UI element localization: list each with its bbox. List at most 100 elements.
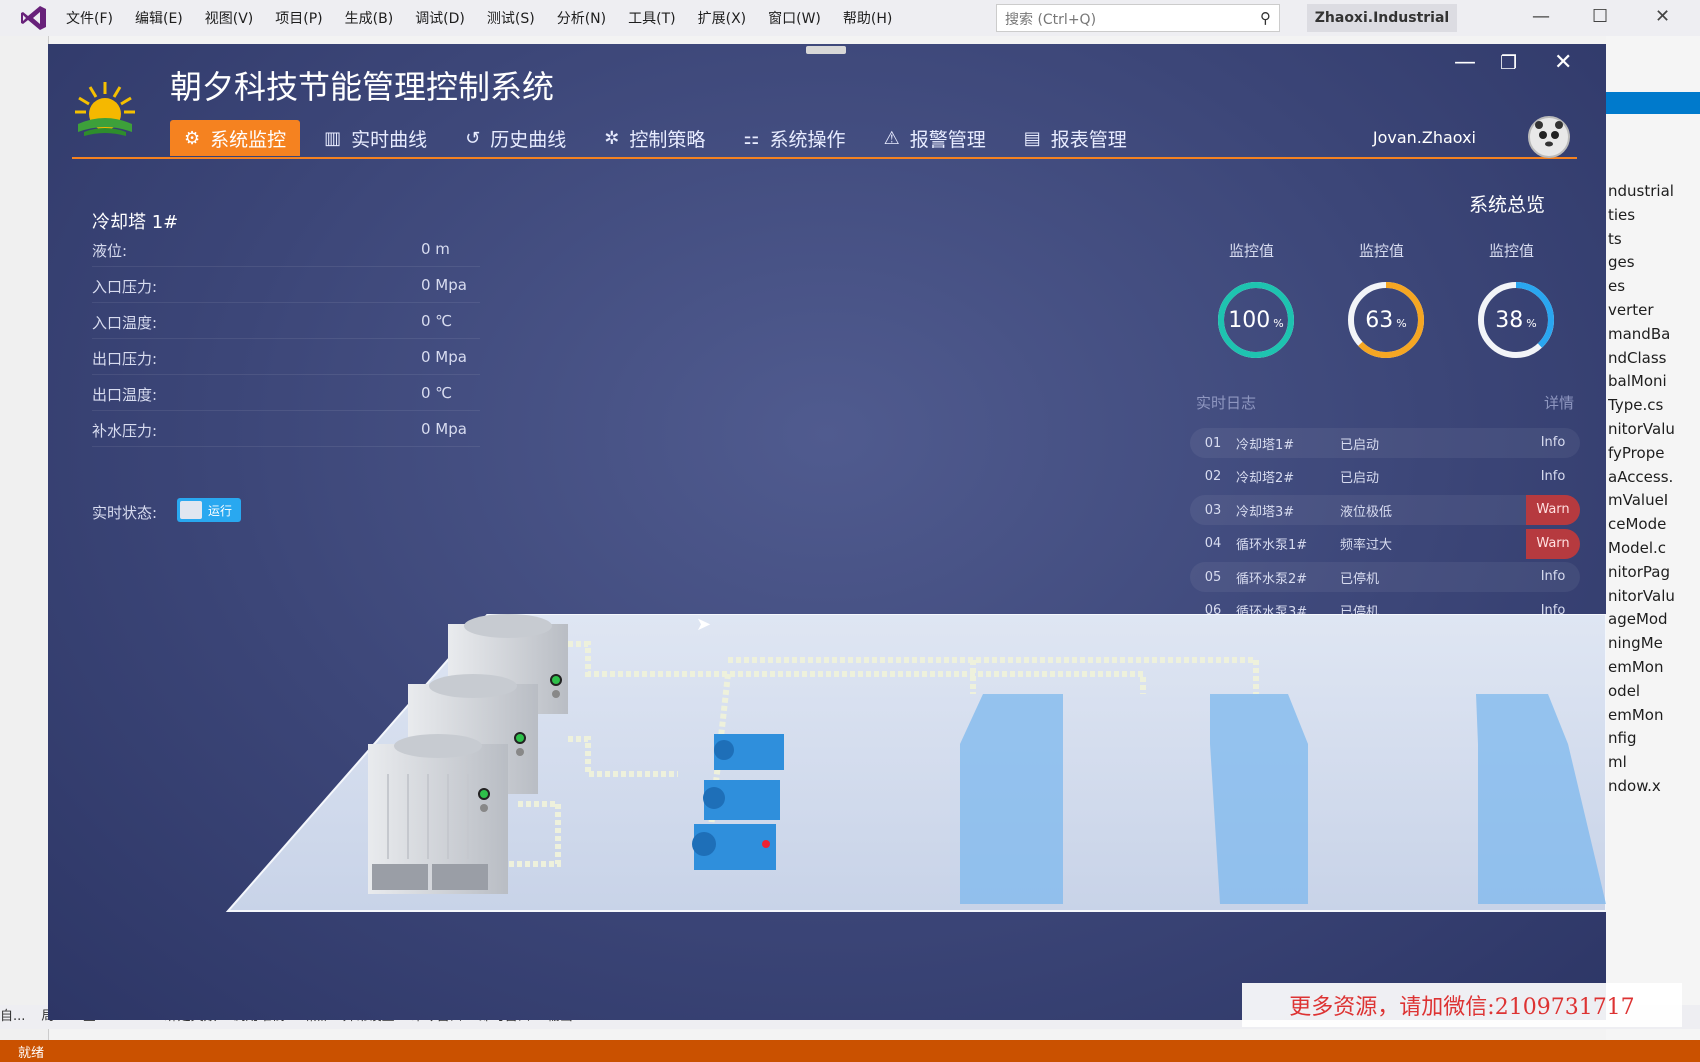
solution-item[interactable]: fyPrope	[1608, 442, 1698, 466]
solution-item[interactable]: aAccess.	[1608, 466, 1698, 490]
property-value: 0 Mpa	[421, 420, 467, 438]
nav-tab-label: 报表管理	[1050, 128, 1127, 151]
solution-item[interactable]: es	[1608, 275, 1698, 299]
property-divider	[92, 266, 480, 267]
vs-menu-item[interactable]: 生成(B)	[345, 8, 394, 28]
solution-item[interactable]: nitorValu	[1608, 418, 1698, 442]
solution-item[interactable]: emMon	[1608, 656, 1698, 680]
gear-icon: ⚙	[184, 127, 201, 149]
gauge: 38%	[1475, 279, 1557, 361]
solution-item[interactable]: ceMode	[1608, 513, 1698, 537]
vs-menu-item[interactable]: 项目(P)	[275, 8, 322, 28]
property-divider	[92, 374, 480, 375]
alarm-icon: ⚠	[883, 127, 900, 149]
nav-tab[interactable]: ✲ 控制策略	[590, 120, 719, 156]
solution-item[interactable]: nfig	[1608, 727, 1698, 751]
solution-item[interactable]: nitorValu	[1608, 585, 1698, 609]
nav-tab[interactable]: ▤ 报表管理	[1010, 120, 1141, 156]
solution-item[interactable]: nitorPag	[1608, 561, 1698, 585]
property-value: 0 ℃	[421, 384, 453, 402]
mouse-cursor-icon: ➤	[696, 614, 712, 635]
vs-menu-item[interactable]: 视图(V)	[205, 8, 254, 28]
property-label: 入口温度:	[92, 314, 158, 332]
log-num: 03	[1204, 502, 1222, 518]
log-device: 循环水泵1#	[1236, 538, 1308, 553]
gauge-label: 监控值	[1359, 242, 1405, 260]
status-toggle[interactable]: 运行	[177, 498, 241, 522]
app-minimize-icon[interactable]: —	[1454, 50, 1476, 75]
solution-item[interactable]: Model.c	[1608, 537, 1698, 561]
device-title: 冷却塔 1#	[92, 212, 179, 233]
gauge-unit: %	[1273, 316, 1284, 330]
vs-menu-item[interactable]: 测试(S)	[487, 8, 535, 28]
log-row[interactable]: 02 冷却塔2# 已启动 Info	[1190, 462, 1580, 492]
solution-item[interactable]: ml	[1608, 751, 1698, 775]
log-message: 液位极低	[1340, 504, 1393, 520]
solution-item[interactable]: mandBa	[1608, 323, 1698, 347]
solution-item[interactable]: emMon	[1608, 704, 1698, 728]
property-label: 入口压力:	[92, 278, 158, 296]
drag-handle[interactable]	[806, 46, 846, 54]
nav-tab[interactable]: ↺ 历史曲线	[451, 120, 580, 156]
solution-item[interactable]: ts	[1608, 228, 1698, 252]
minimize-icon[interactable]: —	[1532, 6, 1550, 27]
solution-item[interactable]: odel	[1608, 680, 1698, 704]
solution-item[interactable]: ageMod	[1608, 608, 1698, 632]
property-divider	[92, 410, 480, 411]
sun-logo-icon	[75, 82, 135, 136]
log-row[interactable]: 01 冷却塔1# 已启动 Info	[1190, 428, 1580, 458]
nav-tab-label: 历史曲线	[490, 128, 567, 151]
log-level: Warn	[1526, 495, 1580, 525]
vs-search-placeholder: 搜索 (Ctrl+Q)	[1005, 12, 1097, 28]
nav-tab[interactable]: ⚙ 系统监控	[170, 120, 301, 156]
solution-item[interactable]: verter	[1608, 299, 1698, 323]
vs-panel-header	[1606, 92, 1700, 114]
vs-project-name: Zhaoxi.Industrial	[1307, 4, 1457, 32]
log-message: 已启动	[1340, 471, 1380, 486]
log-row[interactable]: 03 冷却塔3# 液位极低 Warn	[1190, 495, 1580, 525]
operation-icon: ⚏	[743, 127, 760, 149]
solution-item[interactable]: mValueI	[1608, 489, 1698, 513]
search-icon[interactable]: ⚲	[1260, 9, 1271, 27]
log-row[interactable]: 04 循环水泵1# 频率过大 Warn	[1190, 528, 1580, 559]
nav-tab[interactable]: ▥ 实时曲线	[310, 120, 441, 156]
log-num: 01	[1204, 435, 1222, 451]
vs-search-input[interactable]: 搜索 (Ctrl+Q) ⚲	[996, 4, 1280, 32]
vs-menu-item[interactable]: 调试(D)	[415, 8, 465, 28]
vs-menu-item[interactable]: 扩展(X)	[698, 8, 747, 28]
log-row[interactable]: 05 循环水泵2# 已停机 Info	[1190, 562, 1580, 592]
vs-menu-item[interactable]: 窗口(W)	[768, 8, 821, 28]
gauge-value: 100%	[1215, 279, 1297, 361]
solution-item[interactable]: balMoni	[1608, 370, 1698, 394]
solution-item[interactable]: Type.cs	[1608, 394, 1698, 418]
nav-tab[interactable]: ⚏ 系统操作	[729, 120, 859, 156]
nav-tab[interactable]: ⚠ 报警管理	[870, 120, 1000, 156]
gauge-number: 100	[1228, 307, 1271, 333]
solution-item[interactable]: ges	[1608, 251, 1698, 275]
avatar[interactable]	[1528, 116, 1570, 158]
vs-bottom-tab[interactable]: 自...	[0, 1009, 25, 1024]
toggle-knob	[180, 501, 202, 519]
gauge-label: 监控值	[1489, 242, 1535, 260]
log-num: 04	[1204, 536, 1222, 551]
vs-menu-item[interactable]: 编辑(E)	[135, 8, 183, 28]
strategy-icon: ✲	[604, 127, 620, 149]
app-close-icon[interactable]: ✕	[1554, 50, 1572, 75]
vs-menu-item[interactable]: 工具(T)	[628, 8, 675, 28]
close-icon[interactable]: ✕	[1655, 6, 1670, 27]
gauge-unit: %	[1396, 316, 1407, 330]
vs-menu-item[interactable]: 帮助(H)	[843, 8, 892, 28]
solution-item[interactable]: ties	[1608, 204, 1698, 228]
log-message: 频率过大	[1340, 538, 1393, 553]
solution-item[interactable]: ndClass	[1608, 347, 1698, 371]
vs-menu-item[interactable]: 文件(F)	[66, 8, 113, 28]
bar-chart-icon: ▥	[324, 127, 342, 149]
solution-item[interactable]: ningMe	[1608, 632, 1698, 656]
log-detail-link[interactable]: 详情	[1544, 392, 1574, 413]
app-restore-icon[interactable]: ❐	[1500, 52, 1517, 74]
solution-item[interactable]: ndustrial	[1608, 180, 1698, 204]
maximize-icon[interactable]: ☐	[1592, 6, 1608, 27]
watermark: 更多资源，请加微信:2109731717	[1242, 983, 1682, 1027]
solution-item[interactable]: ndow.x	[1608, 775, 1698, 799]
vs-menu-item[interactable]: 分析(N)	[557, 8, 606, 28]
